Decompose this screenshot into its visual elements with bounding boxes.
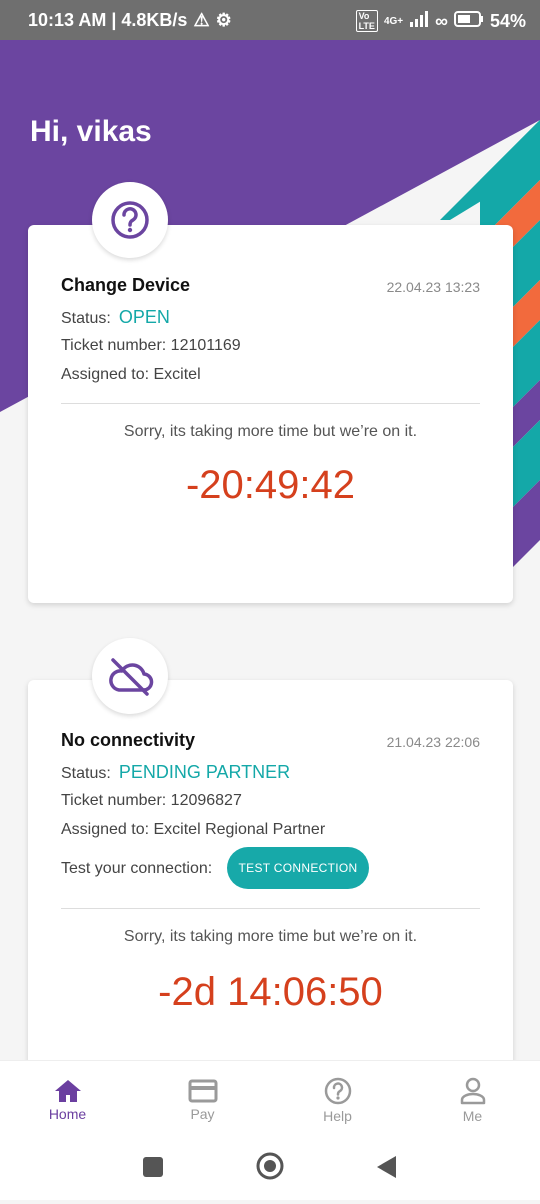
status-bar: 10:13 AM | 4.8KB/s ⚠ ⚙ Vo LTE 4G+ ∞ 54% xyxy=(0,0,540,40)
ticket-title: No connectivity xyxy=(61,730,196,750)
greeting: Hi, vikas xyxy=(30,115,152,148)
bottom-navigation: Home Pay Help Me xyxy=(0,1060,540,1139)
nav-help-label: Help xyxy=(323,1108,352,1124)
ticket-icon-badge xyxy=(92,182,168,258)
countdown-timer: -20:49:42 xyxy=(185,463,356,507)
test-connection-label: Test your connection: xyxy=(61,860,213,877)
assigned-to: Assigned to: Excitel xyxy=(61,366,201,383)
status-label: Status: xyxy=(61,765,111,782)
ticket-card-no-connectivity[interactable]: No connectivity 21.04.23 22:06 Status: PE… xyxy=(28,680,513,1080)
nav-pay[interactable]: Pay xyxy=(135,1061,270,1139)
link-icon: ∞ xyxy=(435,10,448,31)
question-circle-icon xyxy=(111,201,149,239)
nav-home-label: Home xyxy=(48,1106,87,1122)
cloud-off-icon xyxy=(109,658,154,696)
credit-card-icon xyxy=(188,1079,217,1103)
ticket-icon-badge xyxy=(92,638,168,714)
ticket-status-row: Status: PENDING PARTNER xyxy=(61,762,290,783)
status-label: Status: xyxy=(61,310,111,327)
divider xyxy=(61,908,480,909)
volte-icon: Vo LTE xyxy=(355,10,378,32)
recents-icon[interactable] xyxy=(143,1157,163,1177)
nav-help[interactable]: Help xyxy=(270,1061,405,1139)
delay-message: Sorry, its taking more time but we’re on… xyxy=(123,928,418,945)
status-value: PENDING PARTNER xyxy=(118,762,291,782)
ticket-status-row: Status: OPEN xyxy=(61,307,170,328)
divider xyxy=(61,403,480,404)
assigned-to: Assigned to: Excitel Regional Partner xyxy=(61,821,326,838)
person-icon xyxy=(460,1077,485,1105)
nav-me[interactable]: Me xyxy=(405,1061,540,1139)
ticket-number: Ticket number: 12096827 xyxy=(61,792,242,809)
warning-icon: ⚠ xyxy=(193,10,210,30)
countdown-timer: -2d 14:06:50 xyxy=(158,970,383,1014)
ticket-title: Change Device xyxy=(61,275,191,295)
signal-icon xyxy=(409,10,429,32)
status-time: 10:13 AM | 4.8KB/s xyxy=(28,10,188,30)
battery-percent: 54% xyxy=(489,10,526,31)
network-type: 4G+ xyxy=(383,15,404,27)
nav-pay-label: Pay xyxy=(190,1106,215,1122)
ticket-date: 21.04.23 22:06 xyxy=(386,734,480,750)
system-navigation-bar xyxy=(0,1138,540,1200)
home-icon xyxy=(54,1080,81,1102)
settings-icon: ⚙ xyxy=(215,10,232,30)
help-circle-icon xyxy=(324,1077,351,1105)
status-value: OPEN xyxy=(118,307,170,327)
nav-me-label: Me xyxy=(462,1108,483,1124)
delay-message: Sorry, its taking more time but we’re on… xyxy=(123,423,418,440)
test-connection-button[interactable]: TEST CONNECTION xyxy=(227,847,369,889)
battery-icon xyxy=(453,10,484,32)
status-left: 10:13 AM | 4.8KB/s ⚠ ⚙ xyxy=(28,10,232,31)
back-icon[interactable] xyxy=(377,1156,396,1178)
ticket-card-change-device[interactable]: Change Device 22.04.23 13:23 Status: OPEN… xyxy=(28,225,513,603)
system-nav-icons xyxy=(143,1152,396,1180)
nav-home[interactable]: Home xyxy=(0,1061,135,1139)
ticket-date: 22.04.23 13:23 xyxy=(386,279,480,295)
status-right: Vo LTE 4G+ ∞ 54% xyxy=(355,10,526,32)
ticket-number: Ticket number: 12101169 xyxy=(61,337,241,354)
